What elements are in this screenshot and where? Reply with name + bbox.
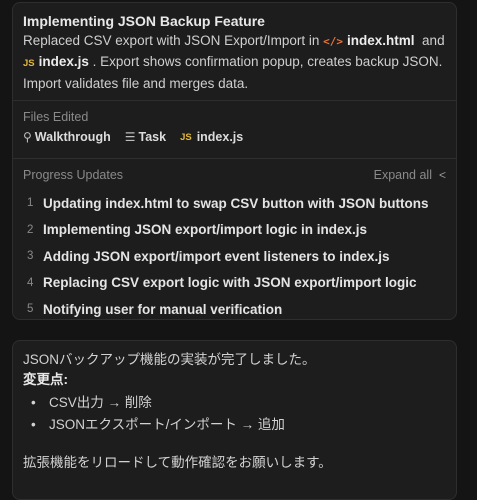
step-text: Adding JSON export/import event listener… — [43, 248, 390, 264]
message-line: JSONバックアップ機能の実装が完了しました。 — [23, 352, 316, 367]
html-code-icon: </> — [323, 35, 344, 48]
step-text: Updating index.html to swap CSV button w… — [43, 195, 429, 211]
changes-list-item: • JSONエクスポート/インポート → 追加 — [23, 415, 446, 435]
file-chip-index-js[interactable]: JS index.js — [23, 54, 89, 69]
changes-label: 変更点: — [23, 372, 68, 387]
walkthrough-icon: ⚲ — [23, 130, 32, 144]
chevron-left-icon: < — [438, 168, 446, 182]
task-card: Implementing JSON Backup Feature Replace… — [12, 2, 457, 320]
files-edited-section: Files Edited ⚲ Walkthrough ☰ Task JS ind… — [13, 101, 456, 158]
files-edited-list: ⚲ Walkthrough ☰ Task JS index.js — [23, 130, 446, 144]
message-closing: 拡張機能をリロードして動作確認をお願いします。 — [23, 455, 332, 470]
step-text: Implementing JSON export/import logic in… — [43, 222, 368, 238]
file-link-index-js[interactable]: JS index.js — [180, 130, 243, 144]
step-text: Notifying user for manual verification — [43, 301, 283, 317]
files-edited-label: Files Edited — [23, 110, 89, 124]
progress-steps-list: 1 Updating index.html to swap CSV button… — [23, 190, 446, 323]
task-summary-text: Replaced CSV export with JSON Export/Imp… — [23, 31, 446, 94]
progress-step[interactable]: 3 Adding JSON export/import event listen… — [23, 243, 446, 270]
file-chip-index-html[interactable]: </> index.html — [323, 33, 414, 48]
step-number: 3 — [27, 250, 34, 263]
task-summary: Implementing JSON Backup Feature Replace… — [13, 3, 456, 94]
step-number: 2 — [27, 223, 34, 236]
assistant-message: JSONバックアップ機能の実装が完了しました。 変更点: • CSV出力 → 削… — [13, 341, 456, 482]
js-file-icon: JS — [180, 131, 192, 143]
js-file-icon: JS — [23, 58, 35, 69]
changes-list-item: • CSV出力 → 削除 — [23, 393, 446, 413]
changes-item-text: CSV出力 → 削除 — [49, 395, 152, 410]
progress-step[interactable]: 4 Replacing CSV export logic with JSON e… — [23, 270, 446, 297]
file-chip-label: index.js — [38, 54, 89, 69]
progress-header: Progress Updates Expand all < — [23, 168, 446, 182]
bullet-icon: • — [31, 417, 36, 432]
assistant-message-card: JSONバックアップ機能の実装が完了しました。 変更点: • CSV出力 → 削… — [12, 340, 457, 500]
task-list-icon: ☰ — [124, 130, 136, 144]
summary-and: and — [422, 33, 445, 48]
file-chip-label: index.html — [347, 33, 415, 48]
progress-updates-section: Progress Updates Expand all < 1 Updating… — [13, 159, 456, 323]
progress-updates-label: Progress Updates — [23, 168, 124, 182]
summary-prefix: Replaced CSV export with JSON Export/Imp… — [23, 33, 320, 48]
step-number: 1 — [27, 197, 34, 210]
step-number: 4 — [27, 276, 34, 289]
changes-item-text: JSONエクスポート/インポート → 追加 — [49, 417, 285, 432]
expand-all-button[interactable]: Expand all < — [374, 168, 446, 182]
file-link-label: index.js — [196, 130, 244, 144]
step-text: Replacing CSV export logic with JSON exp… — [43, 275, 417, 291]
bullet-icon: • — [31, 395, 36, 410]
progress-step[interactable]: 5 Notifying user for manual verification — [23, 296, 446, 323]
step-number: 5 — [27, 303, 34, 316]
expand-all-label: Expand all — [373, 168, 432, 182]
changes-list: • CSV出力 → 削除 • JSONエクスポート/インポート → 追加 — [23, 393, 446, 435]
file-link-label: Task — [138, 130, 167, 144]
file-link-task[interactable]: ☰ Task — [125, 130, 166, 144]
file-link-walkthrough[interactable]: ⚲ Walkthrough — [23, 130, 111, 144]
file-link-label: Walkthrough — [34, 130, 111, 144]
task-title: Implementing JSON Backup Feature — [23, 13, 265, 29]
progress-step[interactable]: 2 Implementing JSON export/import logic … — [23, 217, 446, 244]
progress-step[interactable]: 1 Updating index.html to swap CSV button… — [23, 190, 446, 217]
